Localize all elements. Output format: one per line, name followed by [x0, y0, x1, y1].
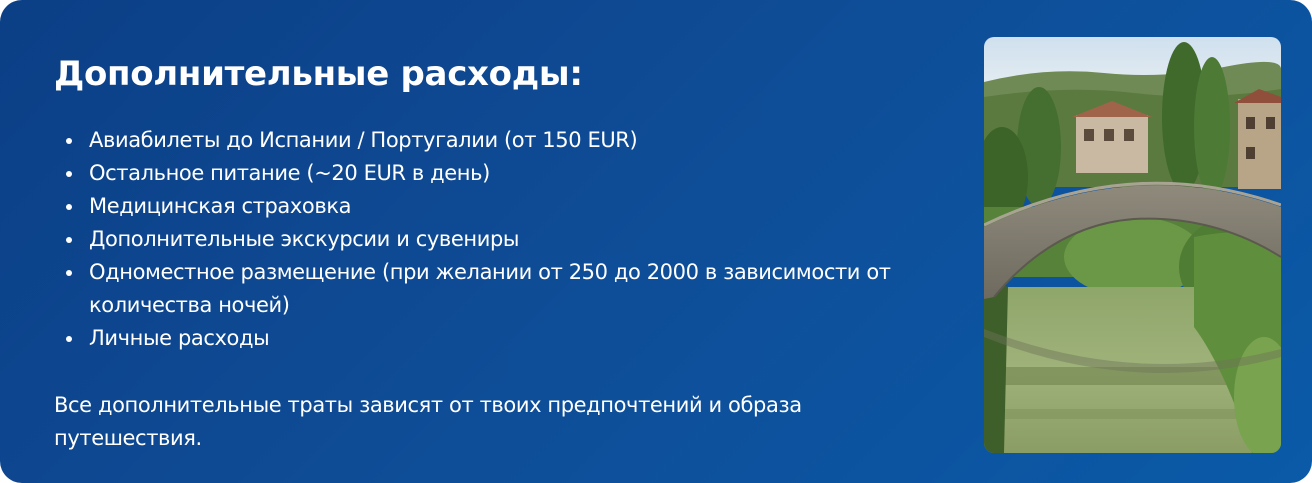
bridge-photo — [984, 37, 1281, 453]
bullet-icon — [66, 336, 72, 342]
expenses-list: Авиабилеты до Испании / Португалии (от 1… — [66, 124, 956, 355]
bullet-icon — [66, 138, 72, 144]
list-item: Медицинская страховка — [66, 190, 956, 223]
footer-note: Все дополнительные траты зависят от твои… — [54, 393, 802, 450]
list-item-text: Одноместное размещение (при желании от 2… — [89, 260, 891, 317]
bullet-icon — [66, 237, 72, 243]
list-item-text: Личные расходы — [89, 326, 270, 350]
list-item: Дополнительные экскурсии и сувениры — [66, 223, 956, 256]
bullet-icon — [66, 204, 72, 210]
list-item-text: Дополнительные экскурсии и сувениры — [89, 227, 520, 251]
list-item: Личные расходы — [66, 322, 956, 355]
info-card: Дополнительные расходы: Авиабилеты до Ис… — [0, 0, 1312, 483]
list-item-text: Медицинская страховка — [89, 194, 352, 218]
card-title: Дополнительные расходы: — [54, 54, 583, 94]
list-item: Авиабилеты до Испании / Португалии (от 1… — [66, 124, 956, 157]
list-item: Остальное питание (~20 EUR в день) — [66, 157, 956, 190]
bullet-icon — [66, 270, 72, 276]
list-item-text: Авиабилеты до Испании / Португалии (от 1… — [89, 128, 638, 152]
list-item-text: Остальное питание (~20 EUR в день) — [89, 161, 490, 185]
list-item: Одноместное размещение (при желании от 2… — [66, 256, 956, 322]
bullet-icon — [66, 171, 72, 177]
